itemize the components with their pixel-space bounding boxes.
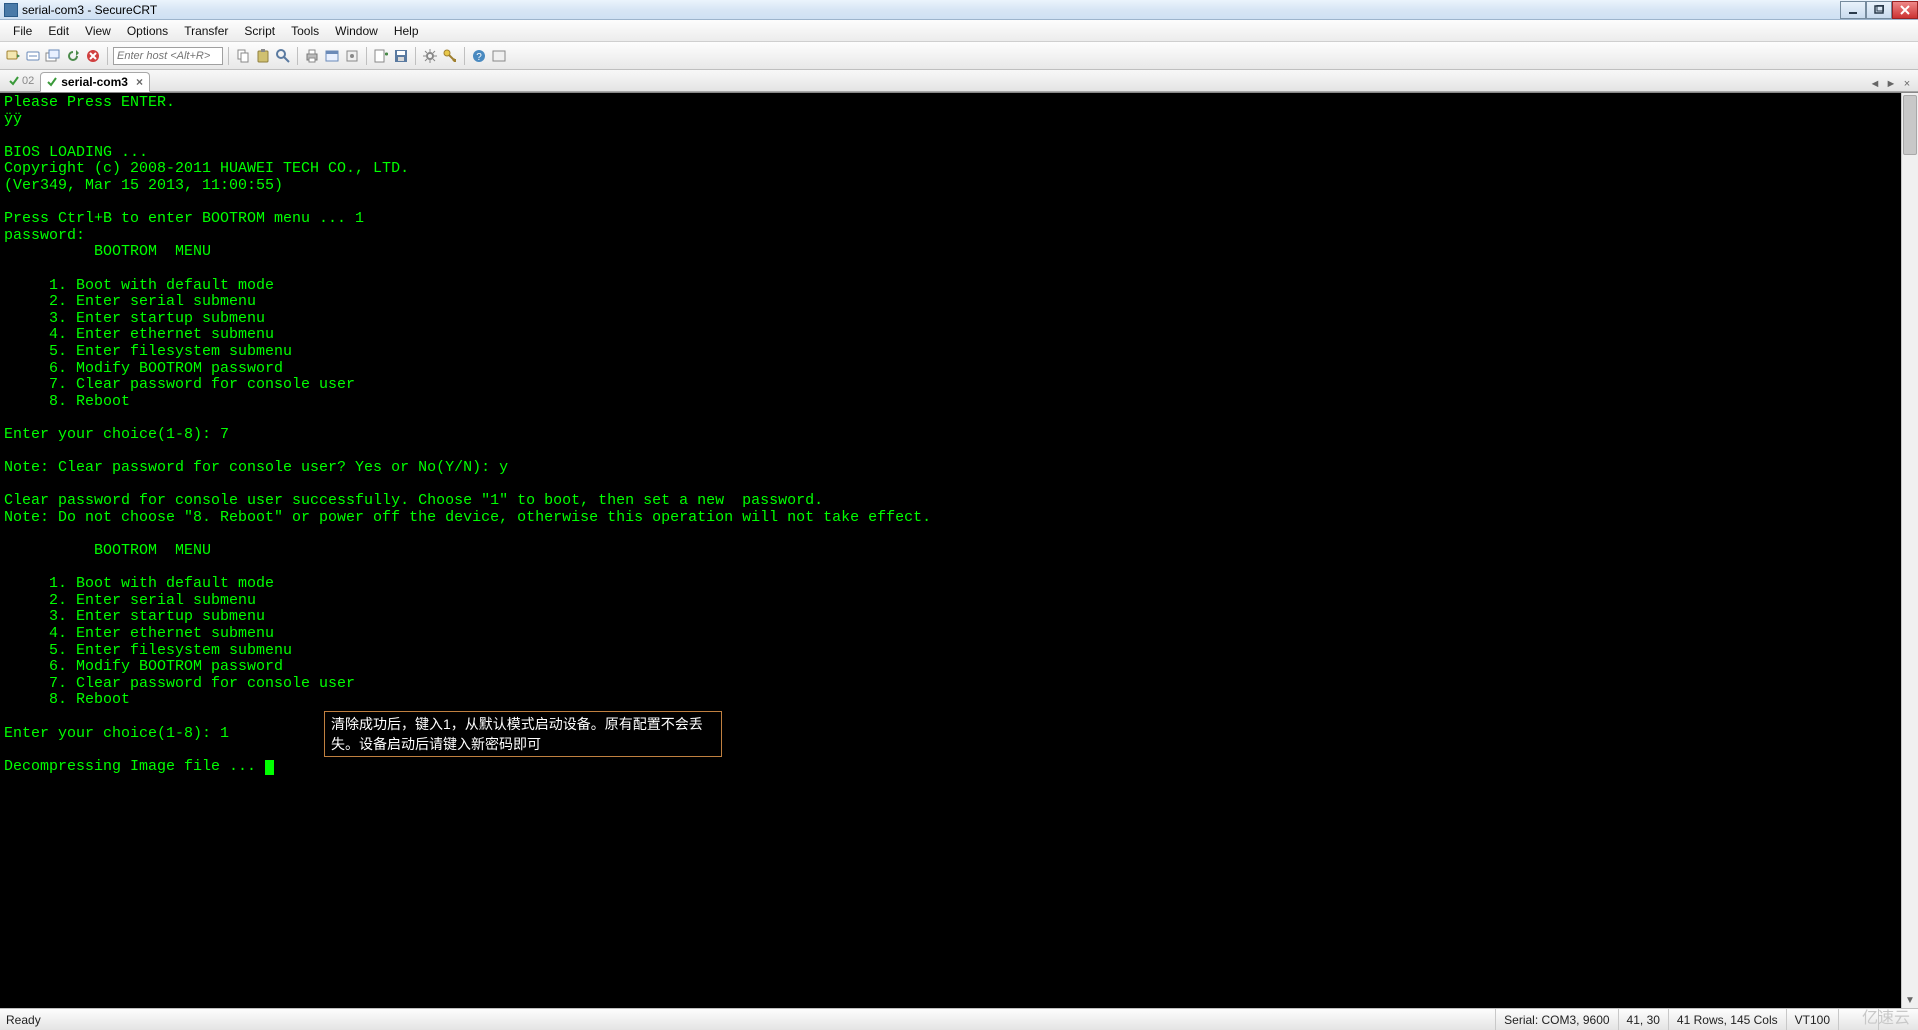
annotation-callout: 清除成功后，键入1，从默认模式启动设备。原有配置不会丢失。设备启动后请键入新密码… xyxy=(324,711,722,757)
toolbar-separator xyxy=(297,47,298,65)
toolbar-separator xyxy=(464,47,465,65)
new-session-icon[interactable] xyxy=(372,47,390,65)
tab-nav: ◄ ► × xyxy=(1868,77,1918,91)
menu-bar: File Edit View Options Transfer Script T… xyxy=(0,20,1918,42)
status-bar: Ready Serial: COM3, 9600 41, 30 41 Rows,… xyxy=(0,1008,1918,1030)
status-term: VT100 xyxy=(1786,1009,1838,1030)
sessions-icon[interactable] xyxy=(323,47,341,65)
reconnect-icon[interactable] xyxy=(64,47,82,65)
minimize-button[interactable] xyxy=(1840,1,1866,19)
options-icon[interactable] xyxy=(343,47,361,65)
toolbar: ? xyxy=(0,42,1918,70)
scroll-thumb[interactable] xyxy=(1903,95,1917,155)
check-icon xyxy=(8,75,20,87)
terminal-cursor xyxy=(265,760,274,775)
menu-transfer[interactable]: Transfer xyxy=(177,22,235,40)
close-button[interactable] xyxy=(1892,1,1918,19)
tab-bar: 02 serial-com3 × ◄ ► × xyxy=(0,70,1918,92)
maximize-button[interactable] xyxy=(1866,1,1892,19)
toolbar-separator xyxy=(415,47,416,65)
tab-next-icon[interactable]: ► xyxy=(1884,77,1898,91)
title-bar: serial-com3 - SecureCRT xyxy=(0,0,1918,20)
key-icon[interactable] xyxy=(441,47,459,65)
toolbar-separator xyxy=(366,47,367,65)
tab-close-icon[interactable]: × xyxy=(136,75,143,89)
status-num xyxy=(1878,1009,1918,1030)
status-ready: Ready xyxy=(0,1009,1495,1030)
copy-icon[interactable] xyxy=(234,47,252,65)
disconnect-icon[interactable] xyxy=(84,47,102,65)
menu-view[interactable]: View xyxy=(78,22,118,40)
terminal-scrollbar[interactable]: ▲ ▼ xyxy=(1901,93,1918,1008)
terminal[interactable]: Please Press ENTER. ÿÿ BIOS LOADING ... … xyxy=(0,93,1901,1008)
menu-help[interactable]: Help xyxy=(387,22,426,40)
window-title: serial-com3 - SecureCRT xyxy=(22,3,157,17)
print-icon[interactable] xyxy=(303,47,321,65)
status-size: 41 Rows, 145 Cols xyxy=(1668,1009,1786,1030)
help-icon[interactable]: ? xyxy=(470,47,488,65)
app-icon xyxy=(4,3,18,17)
tab-status-count: 02 xyxy=(22,75,34,87)
menu-script[interactable]: Script xyxy=(237,22,282,40)
menu-file[interactable]: File xyxy=(6,22,39,40)
menu-edit[interactable]: Edit xyxy=(41,22,76,40)
connect-in-tab-icon[interactable] xyxy=(44,47,62,65)
toolbar-separator xyxy=(228,47,229,65)
tab-close-all-icon[interactable]: × xyxy=(1900,77,1914,91)
tab-serial-com3[interactable]: serial-com3 × xyxy=(40,72,150,92)
menu-options[interactable]: Options xyxy=(120,22,175,40)
paste-icon[interactable] xyxy=(254,47,272,65)
menu-window[interactable]: Window xyxy=(328,22,385,40)
tab-status-indicator: 02 xyxy=(4,70,38,91)
menu-tools[interactable]: Tools xyxy=(284,22,326,40)
scroll-down-icon[interactable]: ▼ xyxy=(1902,992,1918,1008)
quick-connect-icon[interactable] xyxy=(24,47,42,65)
host-input[interactable] xyxy=(113,47,223,65)
find-icon[interactable] xyxy=(274,47,292,65)
tab-label: serial-com3 xyxy=(61,75,128,89)
svg-text:?: ? xyxy=(476,52,482,63)
about-icon[interactable] xyxy=(490,47,508,65)
status-caps xyxy=(1838,1009,1878,1030)
check-icon xyxy=(47,77,57,87)
connect-icon[interactable] xyxy=(4,47,22,65)
terminal-container: Please Press ENTER. ÿÿ BIOS LOADING ... … xyxy=(0,92,1918,1008)
options-gear-icon[interactable] xyxy=(421,47,439,65)
toolbar-separator xyxy=(107,47,108,65)
status-cursor: 41, 30 xyxy=(1618,1009,1668,1030)
window-controls xyxy=(1840,1,1918,19)
save-icon[interactable] xyxy=(392,47,410,65)
status-serial: Serial: COM3, 9600 xyxy=(1495,1009,1617,1030)
tab-prev-icon[interactable]: ◄ xyxy=(1868,77,1882,91)
